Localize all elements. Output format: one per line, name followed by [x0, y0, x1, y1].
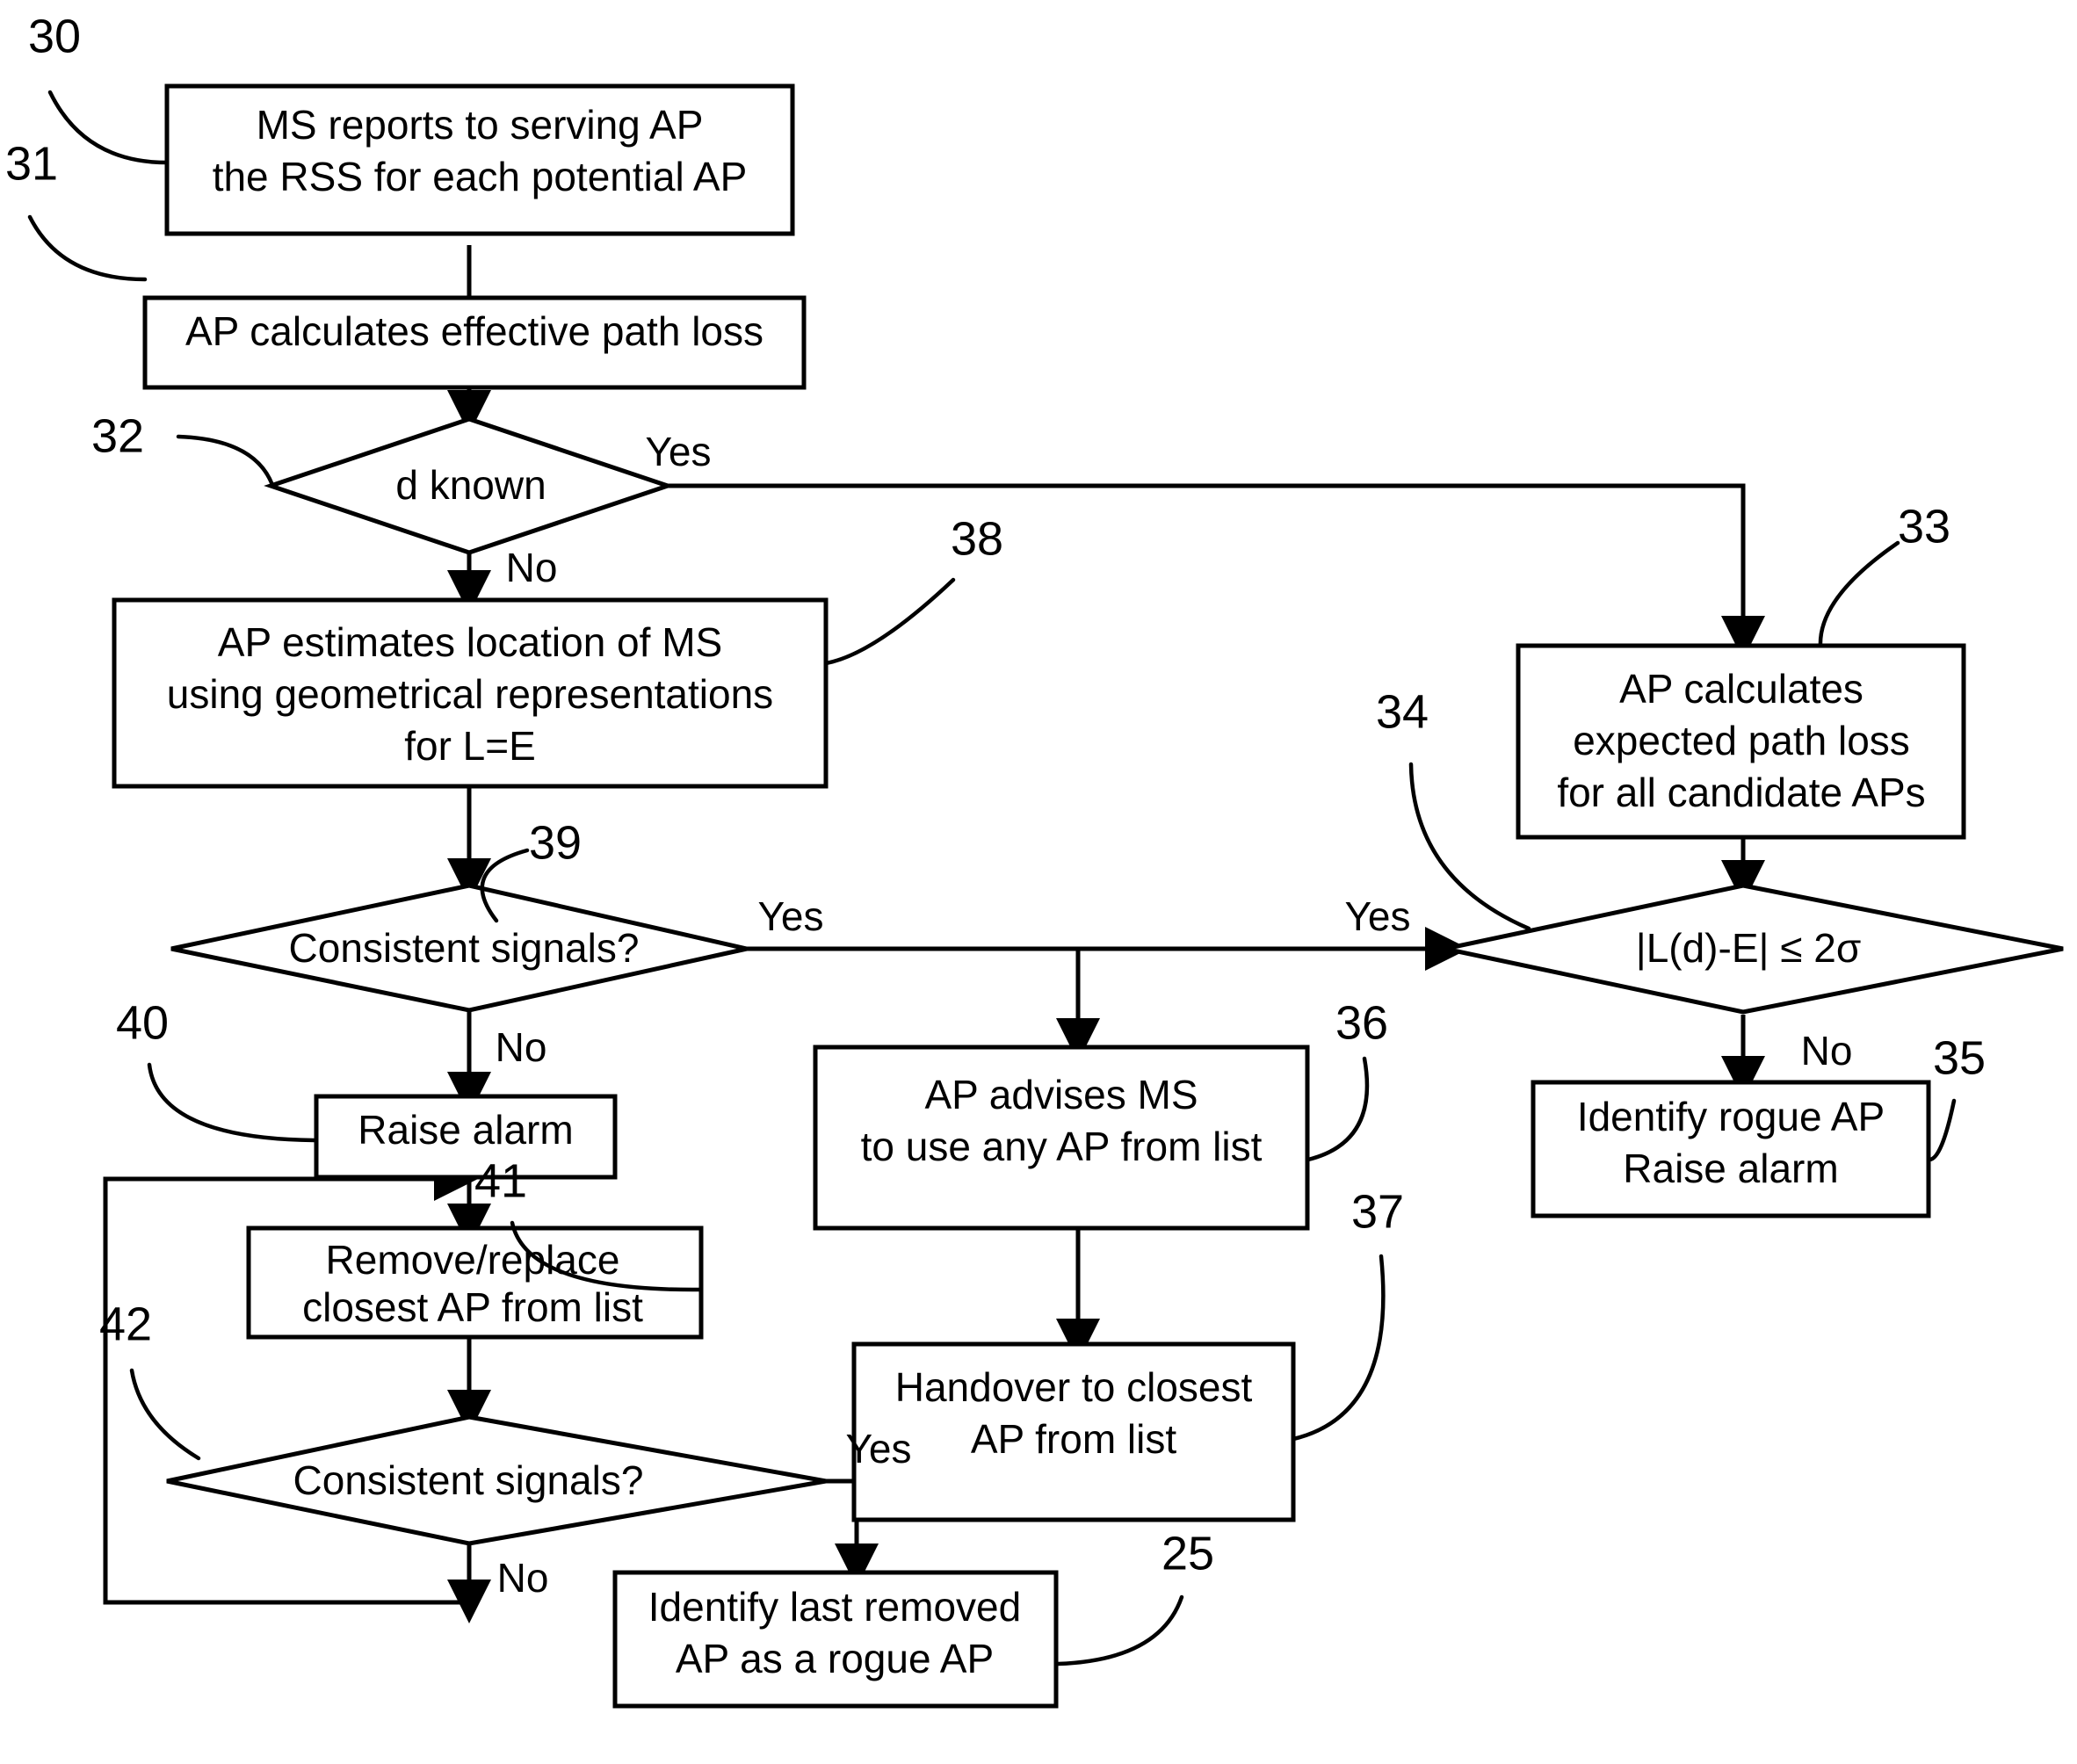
reference-number-40: 40 [116, 996, 169, 1049]
process-box-25-line2: AP as a rogue AP [676, 1636, 994, 1681]
leader-line-40 [147, 1062, 317, 1143]
reference-number-33: 33 [1898, 500, 1950, 553]
process-box-36-line2: to use any AP from list [861, 1124, 1263, 1169]
leader-line-31 [27, 214, 148, 282]
reference-number-34: 34 [1376, 685, 1429, 738]
flowchart-canvas: MS reports to serving AP the RSS for eac… [5, 10, 2064, 1709]
decision-diamond-39-label: Consistent signals? [289, 925, 640, 971]
process-box-41-line2: closest AP from list [302, 1284, 643, 1330]
process-box-38-line1: AP estimates location of MS [218, 619, 722, 665]
decision-diamond-32-label: d known [395, 462, 546, 508]
process-box-38-line2: using geometrical representations [167, 671, 773, 717]
process-box-33-line1: AP calculates [1619, 666, 1864, 712]
connector-42-yes-to-25 [823, 1478, 879, 1588]
edge-label-yes-34: Yes [1344, 893, 1410, 939]
reference-number-35: 35 [1933, 1031, 1986, 1084]
edge-label-yes-42: Yes [845, 1426, 911, 1471]
leader-line-25 [1055, 1594, 1184, 1666]
edge-label-no-39: No [496, 1024, 547, 1070]
edge-label-yes-32: Yes [645, 429, 711, 474]
reference-number-32: 32 [91, 409, 144, 462]
edge-label-yes-39: Yes [757, 893, 823, 939]
reference-number-37: 37 [1351, 1185, 1404, 1238]
reference-number-41: 41 [474, 1154, 527, 1207]
process-box-35-line1: Identify rogue AP [1577, 1094, 1885, 1139]
leader-line-32 [176, 434, 275, 488]
process-box-33-line2: expected path loss [1573, 718, 1910, 763]
process-box-35-line2: Raise alarm [1623, 1146, 1838, 1191]
leader-line-34 [1408, 762, 1531, 931]
process-box-30-line2: the RSS for each potential AP [213, 154, 748, 199]
process-box-38-line3: for L=E [404, 723, 536, 769]
leader-line-38 [823, 577, 956, 666]
flowchart-page: MS reports to serving AP the RSS for eac… [0, 0, 2077, 1764]
leader-line-36 [1306, 1056, 1370, 1162]
reference-number-31: 31 [5, 137, 58, 190]
reference-number-36: 36 [1335, 996, 1388, 1049]
edge-label-no-42: No [497, 1555, 549, 1601]
process-box-31-line1: AP calculates effective path loss [185, 308, 763, 354]
decision-diamond-42-label: Consistent signals? [293, 1457, 644, 1503]
reference-number-30: 30 [28, 10, 81, 62]
reference-number-38: 38 [951, 512, 1003, 565]
process-box-30-line1: MS reports to serving AP [257, 102, 704, 148]
leader-line-37 [1291, 1254, 1386, 1442]
process-box-37-line2: AP from list [971, 1416, 1177, 1462]
reference-number-39: 39 [529, 816, 582, 869]
edge-label-no-32: No [506, 545, 558, 590]
decision-diamond-34-label: |L(d)-E| ≤ 2σ [1636, 925, 1861, 971]
process-box-25-line1: Identify last removed [648, 1584, 1021, 1630]
leader-line-33 [1818, 540, 1900, 648]
process-box-33-line3: for all candidate APs [1557, 770, 1925, 815]
leader-line-30 [47, 90, 170, 165]
reference-number-25: 25 [1162, 1527, 1214, 1580]
process-box-36-line1: AP advises MS [924, 1072, 1198, 1117]
process-box-37-line1: Handover to closest [895, 1364, 1253, 1410]
edge-label-no-34: No [1801, 1028, 1853, 1074]
process-box-40-line1: Raise alarm [358, 1107, 573, 1153]
leader-line-42 [129, 1368, 201, 1461]
reference-number-42: 42 [99, 1298, 152, 1350]
leader-line-35 [1927, 1098, 1957, 1162]
